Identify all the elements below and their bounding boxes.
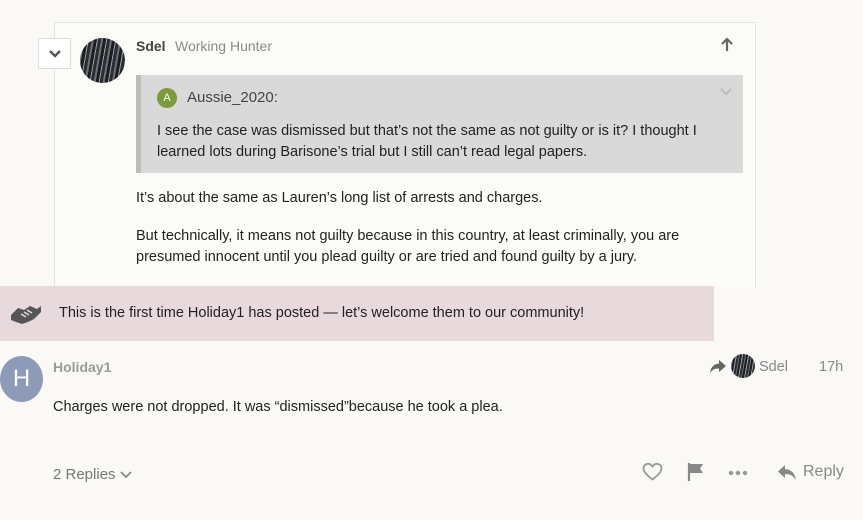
- reply-to-username[interactable]: Sdel: [759, 359, 788, 375]
- like-heart-icon[interactable]: [642, 462, 663, 482]
- collapse-button[interactable]: [38, 38, 71, 69]
- reply-arrow-icon[interactable]: [709, 359, 727, 375]
- avatar[interactable]: H: [0, 356, 43, 402]
- chevron-down-icon[interactable]: [719, 87, 733, 97]
- quote-avatar: A: [157, 88, 177, 108]
- flag-icon[interactable]: [687, 462, 705, 482]
- welcome-text: This is the first time Holiday1 has post…: [59, 305, 585, 321]
- post-author[interactable]: Sdel: [136, 38, 166, 54]
- reply-button[interactable]: Reply: [777, 463, 844, 481]
- reply-icon: [778, 464, 796, 480]
- more-options-icon[interactable]: [728, 470, 748, 476]
- replies-label: 2 Replies: [53, 466, 116, 483]
- post-paragraph: But technically, it means not guilty bec…: [136, 228, 680, 265]
- avatar[interactable]: [80, 38, 125, 83]
- reply-to-avatar[interactable]: [731, 354, 755, 378]
- post-author[interactable]: Holiday1: [53, 359, 111, 375]
- handshake-icon: [11, 306, 41, 324]
- reply-label: Reply: [803, 463, 844, 480]
- chevron-down-icon: [48, 49, 61, 58]
- chevron-down-icon: [119, 470, 132, 478]
- quote-text: I see the case was dismissed but that’s …: [157, 123, 697, 160]
- post-timestamp[interactable]: 17h: [819, 359, 843, 375]
- show-replies-button[interactable]: 2 Replies: [53, 466, 132, 483]
- quote-block: A Aussie_2020: I see the case was dismis…: [136, 75, 743, 173]
- arrow-up-icon[interactable]: [718, 36, 736, 54]
- user-title: Working Hunter: [175, 38, 273, 54]
- quote-username[interactable]: Aussie_2020:: [187, 89, 278, 106]
- post-body: Charges were not dropped. It was “dismis…: [53, 399, 503, 415]
- post-paragraph: It’s about the same as Lauren’s long lis…: [136, 190, 543, 206]
- welcome-banner: This is the first time Holiday1 has post…: [0, 286, 714, 341]
